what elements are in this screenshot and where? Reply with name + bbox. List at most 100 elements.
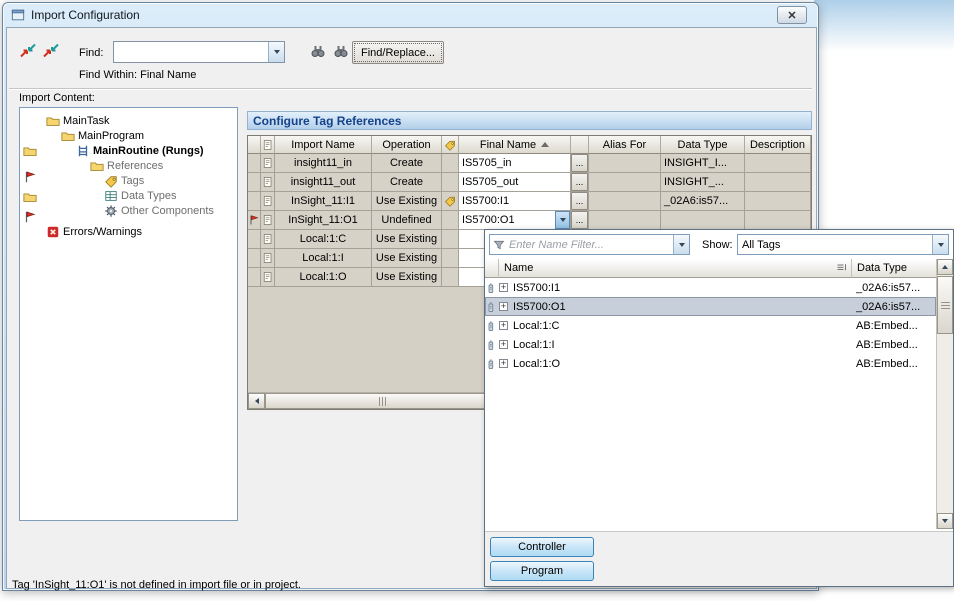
expand-icon[interactable]	[499, 321, 508, 330]
indicator-cell	[442, 173, 459, 192]
col-operation[interactable]: Operation	[372, 136, 442, 154]
binoculars-icon	[310, 43, 326, 59]
operation-cell[interactable]: Create	[372, 173, 442, 192]
find-combobox[interactable]	[113, 41, 285, 63]
expand-icon[interactable]	[499, 340, 508, 349]
table-row[interactable]: InSight_11:O1 Undefined IS5700:O1 ...	[248, 211, 811, 230]
final-name-cell[interactable]: IS5700:I1	[459, 192, 571, 211]
find-all-button[interactable]	[329, 40, 353, 62]
prev-import-marker-button[interactable]	[16, 39, 40, 61]
tree-item-references[interactable]: References	[90, 158, 163, 173]
name-filter-combobox[interactable]	[489, 234, 690, 255]
import-content-tree[interactable]: MainTask MainProgram MainRoutine (Rungs)…	[19, 107, 238, 521]
row-icon-cell	[261, 230, 275, 249]
expand-icon[interactable]	[499, 302, 508, 311]
find-dropdown-button[interactable]	[268, 42, 284, 62]
expand-icon[interactable]	[499, 283, 508, 292]
browse-cell[interactable]: ...	[571, 154, 589, 173]
browse-cell[interactable]: ...	[571, 211, 589, 230]
tag-row[interactable]: Local:1:C AB:Embed...	[485, 316, 936, 335]
scroll-left-button[interactable]	[248, 393, 265, 409]
expand-icon[interactable]	[499, 359, 508, 368]
operation-cell[interactable]: Use Existing	[372, 230, 442, 249]
table-row[interactable]: insight11_out Create IS5705_out ... INSI…	[248, 173, 811, 192]
folder-marker-icon	[23, 144, 37, 158]
description-cell	[745, 154, 811, 173]
browse-button[interactable]: ...	[571, 211, 588, 229]
browse-button[interactable]: ...	[571, 173, 588, 191]
row-marker-cell	[248, 173, 261, 192]
alias-cell[interactable]	[589, 192, 661, 211]
tag-row[interactable]: Local:1:I AB:Embed...	[485, 335, 936, 354]
tree-item-data-types[interactable]: Data Types	[104, 188, 176, 203]
tag-icon	[444, 195, 456, 207]
program-button[interactable]: Program	[490, 561, 594, 581]
col-import-name[interactable]: Import Name	[275, 136, 372, 154]
find-next-button[interactable]	[306, 40, 330, 62]
browse-button[interactable]: ...	[571, 154, 588, 172]
find-input[interactable]	[114, 46, 268, 58]
find-replace-button[interactable]: Find/Replace...	[352, 41, 444, 64]
table-row[interactable]: insight11_in Create IS5705_in ... INSIGH…	[248, 154, 811, 173]
final-name-cell[interactable]: IS5705_in	[459, 154, 571, 173]
dropdown-button[interactable]	[555, 211, 570, 229]
grip-icon	[379, 397, 387, 406]
operation-cell[interactable]: Use Existing	[372, 249, 442, 268]
close-button[interactable]: ✕	[777, 6, 807, 24]
sort-ascending-icon	[541, 142, 549, 147]
operation-cell[interactable]: Create	[372, 154, 442, 173]
tree-item-mainroutine[interactable]: MainRoutine (Rungs)	[76, 143, 204, 158]
tag-row-selected[interactable]: IS5700:O1 _02A6:is57...	[485, 297, 936, 316]
col-final-name[interactable]: Final Name	[459, 136, 571, 154]
vertical-scrollbar[interactable]	[936, 259, 953, 529]
browse-cell[interactable]: ...	[571, 192, 589, 211]
tag-row[interactable]: IS5700:I1 _02A6:is57...	[485, 278, 936, 297]
name-filter-input[interactable]	[505, 239, 673, 251]
scrollbar-thumb[interactable]	[265, 393, 501, 409]
tag-icon	[486, 282, 498, 294]
scroll-up-button[interactable]	[937, 259, 953, 275]
next-import-marker-button[interactable]	[39, 39, 63, 61]
tree-item-errors-warnings[interactable]: Errors/Warnings	[46, 224, 142, 239]
description-cell	[745, 173, 811, 192]
show-combobox[interactable]: All Tags	[737, 234, 949, 255]
col-description[interactable]: Description	[745, 136, 811, 154]
browse-button[interactable]: ...	[571, 192, 588, 210]
arrow-up-icon	[942, 265, 948, 269]
controller-button[interactable]: Controller	[490, 537, 594, 557]
col-browse	[571, 136, 589, 154]
operation-cell[interactable]: Use Existing	[372, 192, 442, 211]
col-alias-for[interactable]: Alias For	[589, 136, 661, 154]
tree-item-mainprogram[interactable]: MainProgram	[61, 128, 144, 143]
operation-cell[interactable]: Use Existing	[372, 268, 442, 287]
filter-dropdown-button[interactable]	[673, 235, 689, 254]
col-data-type[interactable]: Data Type	[661, 136, 745, 154]
tree-item-tags[interactable]: Tags	[104, 173, 144, 188]
final-name-cell[interactable]: IS5705_out	[459, 173, 571, 192]
arrow-left-icon	[255, 398, 259, 404]
row-marker-cell	[248, 230, 261, 249]
find-label: Find:	[79, 47, 103, 59]
scroll-down-button[interactable]	[937, 513, 953, 529]
flag-icon	[248, 214, 260, 226]
alias-cell[interactable]	[589, 154, 661, 173]
title-bar[interactable]: Import Configuration	[3, 3, 818, 27]
final-name-combobox[interactable]: IS5700:O1	[459, 211, 571, 230]
tree-item-other-components[interactable]: Other Components	[104, 203, 214, 218]
tag-row[interactable]: Local:1:O AB:Embed...	[485, 354, 936, 373]
flag-marker-icon	[23, 170, 37, 184]
row-marker-cell	[248, 249, 261, 268]
browser-col-datatype[interactable]: Data Type	[852, 259, 936, 278]
tag-icon	[486, 358, 498, 370]
browse-cell[interactable]: ...	[571, 173, 589, 192]
operation-cell[interactable]: Undefined	[372, 211, 442, 230]
scrollbar-thumb[interactable]	[937, 276, 953, 334]
data-types-icon	[104, 189, 118, 203]
table-row[interactable]: InSight_11:I1 Use Existing IS5700:I1 ...…	[248, 192, 811, 211]
browser-col-name[interactable]: Name	[499, 259, 852, 278]
alias-cell[interactable]	[589, 211, 661, 230]
alias-cell[interactable]	[589, 173, 661, 192]
tree-item-maintask[interactable]: MainTask	[46, 113, 109, 128]
show-dropdown-button[interactable]	[932, 235, 948, 254]
row-icon-cell	[261, 154, 275, 173]
